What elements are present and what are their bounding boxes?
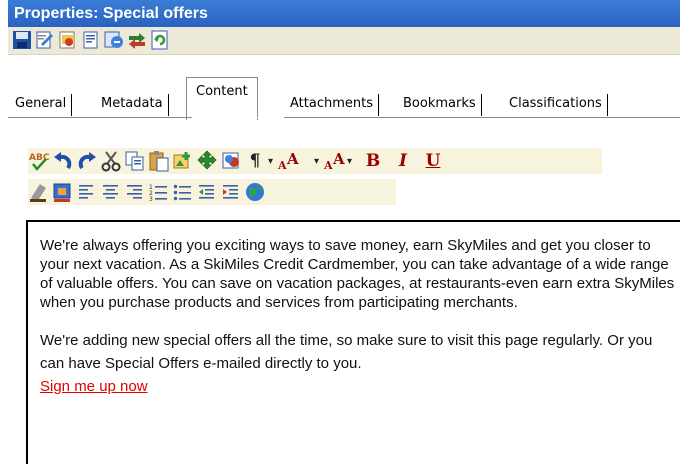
content-paragraph: We're always offering you exciting ways … [40, 237, 675, 311]
tab-classifications-label: Classifications [509, 96, 602, 111]
save-icon[interactable] [12, 30, 32, 50]
tab-bookmarks-label: Bookmarks [403, 96, 476, 111]
svg-text:▾: ▾ [268, 156, 273, 167]
tab-attachments[interactable]: Attachments [285, 94, 379, 116]
numbered-list-icon[interactable]: 123 [148, 181, 170, 203]
editor-toolbar-top: ABC ¶ ▾ A A ▾ A A ▾ B I U [28, 148, 602, 174]
undo-icon[interactable] [52, 150, 74, 172]
svg-text:▾: ▾ [314, 156, 319, 167]
insert-link-icon[interactable] [196, 150, 218, 172]
align-left-icon[interactable] [76, 181, 98, 203]
tab-attachments-label: Attachments [290, 96, 373, 111]
insert-image-icon[interactable] [172, 150, 194, 172]
italic-button[interactable]: I [392, 150, 414, 172]
increase-font-size-icon[interactable]: ▾ A A [268, 150, 310, 172]
svg-text:ABC: ABC [29, 153, 50, 163]
content-paragraph: We're adding new special offers all the … [40, 332, 653, 372]
underline-button[interactable]: U [422, 150, 444, 172]
edit-properties-icon[interactable] [35, 30, 55, 50]
svg-text:A: A [323, 159, 333, 172]
publish-icon[interactable] [104, 30, 124, 50]
window-title-bar: Properties: Special offers [8, 0, 680, 27]
rich-text-content-area[interactable]: We're always offering you exciting ways … [26, 220, 680, 464]
tab-metadata-label: Metadata [101, 96, 163, 111]
decrease-font-size-icon[interactable]: ▾ A A ▾ [314, 150, 356, 172]
svg-text:A: A [286, 150, 299, 168]
compare-icon[interactable] [127, 30, 147, 50]
indent-icon[interactable] [220, 181, 242, 203]
paste-icon[interactable] [148, 150, 170, 172]
tab-general[interactable]: General [10, 94, 73, 116]
align-right-icon[interactable] [124, 181, 146, 203]
svg-text:A: A [277, 159, 287, 172]
cut-icon[interactable] [100, 150, 122, 172]
tab-strip: General Metadata Content Attachments Boo… [8, 55, 680, 122]
globe-hyperlink-icon[interactable] [244, 181, 266, 203]
content-editor-panel: ABC ¶ ▾ A A ▾ A A ▾ B I U 1 2 3 We're al… [8, 122, 680, 464]
svg-text:A: A [332, 150, 345, 168]
tab-classifications[interactable]: Classifications [504, 94, 608, 116]
svg-text:3: 3 [149, 196, 153, 203]
window-title: Properties: Special offers [14, 5, 208, 22]
align-center-icon[interactable] [100, 181, 122, 203]
paragraph-icon[interactable]: ¶ [244, 150, 266, 172]
tab-general-label: General [15, 96, 67, 111]
spellcheck-icon[interactable]: ABC [28, 150, 50, 172]
preview-icon[interactable] [58, 30, 78, 50]
redo-icon[interactable] [76, 150, 98, 172]
tab-divider [8, 117, 680, 118]
copy-icon[interactable] [124, 150, 146, 172]
tab-bookmarks[interactable]: Bookmarks [398, 94, 482, 116]
editor-toolbar-bottom: 123 [28, 179, 396, 205]
clear-formatting-icon[interactable] [28, 181, 50, 203]
bullet-list-icon[interactable] [172, 181, 194, 203]
report-icon[interactable] [81, 30, 101, 50]
bold-button[interactable]: B [362, 150, 384, 172]
tab-metadata[interactable]: Metadata [96, 94, 169, 116]
insert-table-icon[interactable] [220, 150, 242, 172]
sign-up-link[interactable]: Sign me up now [40, 377, 148, 396]
outdent-icon[interactable] [196, 181, 218, 203]
refresh-icon[interactable] [150, 30, 170, 50]
svg-text:▾: ▾ [347, 156, 352, 167]
tab-content-label: Content [196, 84, 248, 99]
text-color-icon[interactable] [52, 181, 74, 203]
main-toolbar [8, 27, 680, 55]
tab-content[interactable]: Content [186, 77, 258, 120]
